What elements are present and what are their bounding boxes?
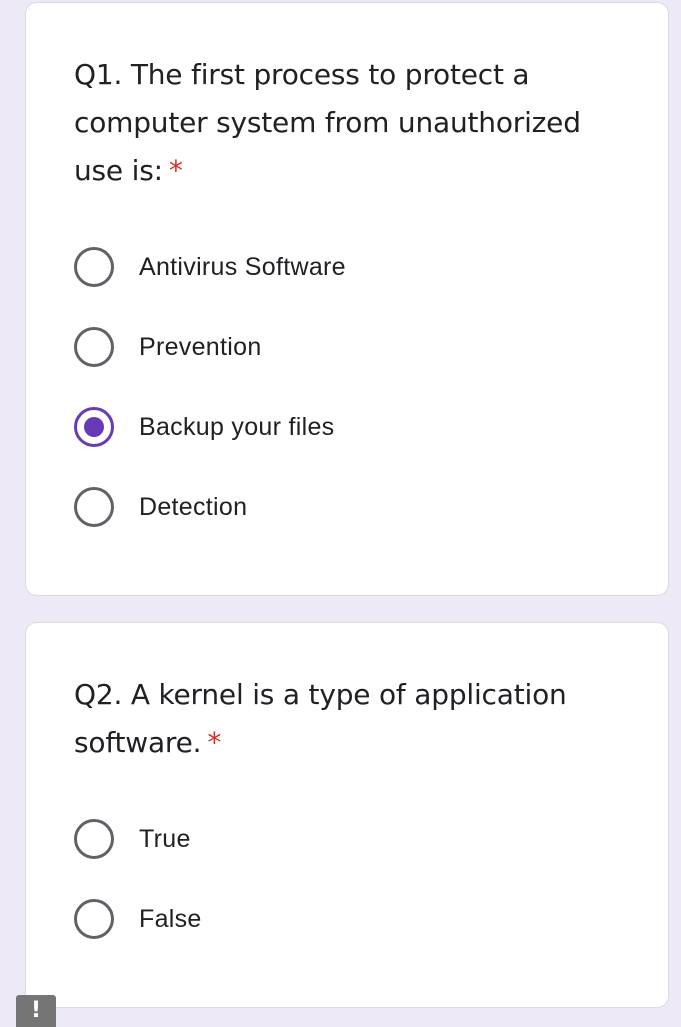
radio-option-false[interactable]: False — [74, 899, 202, 939]
option-label: Detection — [139, 492, 248, 521]
radio-button-icon[interactable] — [74, 487, 114, 527]
question-title: Q2. A kernel is a type of application so… — [74, 671, 634, 767]
question-title: Q1. The first process to protect a compu… — [74, 51, 634, 195]
radio-button-icon[interactable] — [74, 327, 114, 367]
radio-option-antivirus-software[interactable]: Antivirus Software — [74, 247, 346, 287]
radio-button-icon[interactable] — [74, 819, 114, 859]
exclamation-icon: ! — [30, 998, 42, 1023]
report-feedback-button[interactable]: ! — [16, 995, 56, 1027]
question-text: Q2. A kernel is a type of application so… — [74, 678, 567, 759]
question-text: Q1. The first process to protect a compu… — [74, 58, 581, 187]
radio-button-icon[interactable] — [74, 899, 114, 939]
radio-button-icon[interactable] — [74, 247, 114, 287]
option-label: Prevention — [139, 332, 262, 361]
radio-option-backup-your-files[interactable]: Backup your files — [74, 407, 334, 447]
radio-option-true[interactable]: True — [74, 819, 191, 859]
radio-option-detection[interactable]: Detection — [74, 487, 247, 527]
required-asterisk: * — [207, 726, 222, 759]
radio-option-prevention[interactable]: Prevention — [74, 327, 262, 367]
option-label: Backup your files — [139, 412, 335, 441]
option-label: Antivirus Software — [139, 252, 346, 281]
option-label: True — [139, 824, 191, 853]
required-asterisk: * — [168, 154, 183, 187]
question-card-q2: Q2. A kernel is a type of application so… — [25, 622, 669, 1008]
option-label: False — [139, 904, 202, 933]
radio-button-selected-icon[interactable] — [74, 407, 114, 447]
question-card-q1: Q1. The first process to protect a compu… — [25, 2, 669, 596]
